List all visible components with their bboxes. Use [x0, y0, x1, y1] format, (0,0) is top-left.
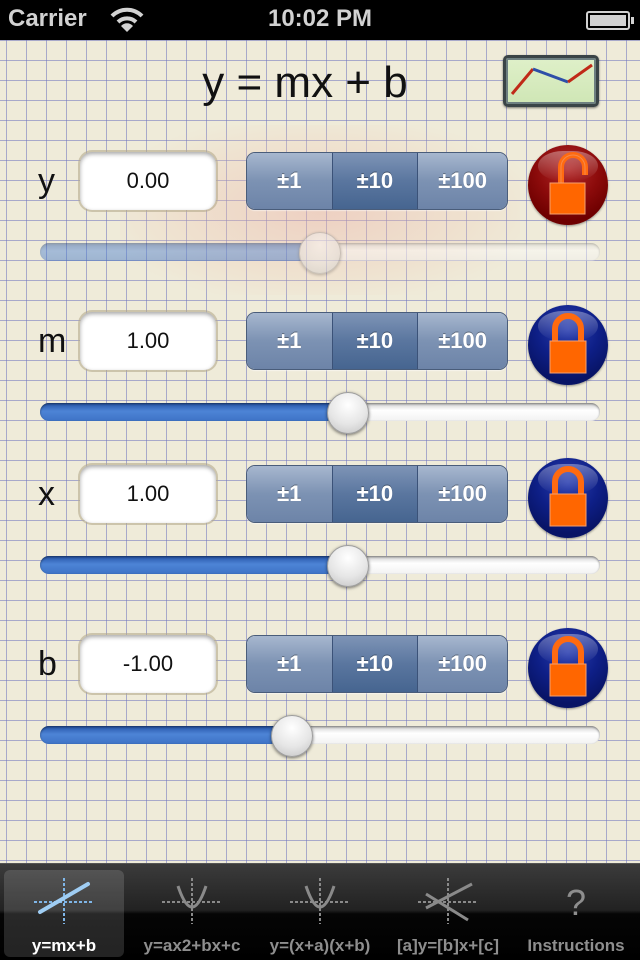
tab-standard-form[interactable]: [a]y=[b]x+[c] [384, 864, 512, 960]
slider-b[interactable] [40, 715, 600, 757]
increment-10-button[interactable]: ±10 [331, 153, 418, 209]
tab-label: y=(x+a)(x+b) [269, 936, 371, 955]
locked-padlock-icon [549, 466, 587, 527]
increment-1-button[interactable]: ±1 [247, 636, 332, 692]
unlocked-padlock-icon [549, 152, 588, 215]
tab-bar: y=mx+b y=ax2+bx+c y=(x+a)(x+b) [a]y=[b]x… [0, 863, 640, 960]
slider-m[interactable] [40, 392, 600, 434]
lock-toggle-y[interactable] [528, 145, 608, 225]
tab-label: [a]y=[b]x+[c] [396, 936, 500, 955]
variable-label: y [38, 162, 55, 200]
slider-thumb[interactable] [327, 545, 369, 587]
variable-row-y: y 0.00 ±1 ±10 ±100 [0, 140, 640, 280]
main-panel: y = mx + b y 0.00 ±1 ±10 ±100 m 1.00 ±1 … [0, 40, 640, 863]
intersecting-lines-icon [418, 878, 478, 924]
increment-10-button[interactable]: ±10 [331, 313, 418, 369]
increment-selector-x: ±1 ±10 ±100 [246, 465, 508, 523]
increment-100-button[interactable]: ±100 [417, 313, 507, 369]
show-graph-button[interactable] [503, 55, 599, 107]
slider-fill [40, 243, 320, 261]
slider-x[interactable] [40, 545, 600, 587]
battery-icon [586, 11, 634, 30]
tab-linear[interactable]: y=mx+b [0, 864, 128, 960]
slider-y[interactable] [40, 232, 600, 274]
variable-row-b: b -1.00 ±1 ±10 ±100 [0, 623, 640, 763]
tab-label: Instructions [527, 936, 625, 955]
variable-label: m [38, 322, 67, 360]
increment-selector-b: ±1 ±10 ±100 [246, 635, 508, 693]
parabola-icon [290, 878, 350, 924]
variable-label: x [38, 475, 55, 513]
tab-label: y=ax2+bx+c [143, 936, 241, 955]
tab-factored[interactable]: y=(x+a)(x+b) [256, 864, 384, 960]
increment-100-button[interactable]: ±100 [417, 466, 507, 522]
status-bar: Carrier 10:02 PM [0, 0, 640, 40]
lock-toggle-m[interactable] [528, 305, 608, 385]
slider-fill [40, 726, 292, 744]
increment-1-button[interactable]: ±1 [247, 153, 332, 209]
locked-padlock-icon [549, 313, 587, 374]
tab-instructions[interactable]: ? Instructions [512, 864, 640, 960]
value-field-y[interactable]: 0.00 [80, 152, 216, 210]
question-mark-icon: ? [565, 882, 587, 923]
increment-selector-y: ±1 ±10 ±100 [246, 152, 508, 210]
variable-label: b [38, 645, 57, 683]
lock-toggle-b[interactable] [528, 628, 608, 708]
slider-thumb[interactable] [271, 715, 313, 757]
increment-selector-m: ±1 ±10 ±100 [246, 312, 508, 370]
increment-1-button[interactable]: ±1 [247, 466, 332, 522]
variable-row-m: m 1.00 ±1 ±10 ±100 [0, 300, 640, 440]
slider-thumb[interactable] [327, 392, 369, 434]
locked-padlock-icon [549, 636, 587, 697]
tab-label: y=mx+b [31, 936, 97, 955]
value-field-m[interactable]: 1.00 [80, 312, 216, 370]
value-field-x[interactable]: 1.00 [80, 465, 216, 523]
slider-fill [40, 403, 348, 421]
line-graph-icon [510, 63, 593, 95]
increment-100-button[interactable]: ±100 [417, 636, 507, 692]
increment-10-button[interactable]: ±10 [331, 636, 418, 692]
slider-fill [40, 556, 348, 574]
lock-toggle-x[interactable] [528, 458, 608, 538]
linear-graph-icon [34, 878, 94, 924]
value-field-b[interactable]: -1.00 [80, 635, 216, 693]
clock: 10:02 PM [267, 5, 373, 32]
slider-thumb[interactable] [299, 232, 341, 274]
increment-100-button[interactable]: ±100 [417, 153, 507, 209]
parabola-icon [162, 878, 222, 924]
increment-1-button[interactable]: ±1 [247, 313, 332, 369]
tab-quadratic[interactable]: y=ax2+bx+c [128, 864, 256, 960]
increment-10-button[interactable]: ±10 [331, 466, 418, 522]
variable-row-x: x 1.00 ±1 ±10 ±100 [0, 453, 640, 593]
